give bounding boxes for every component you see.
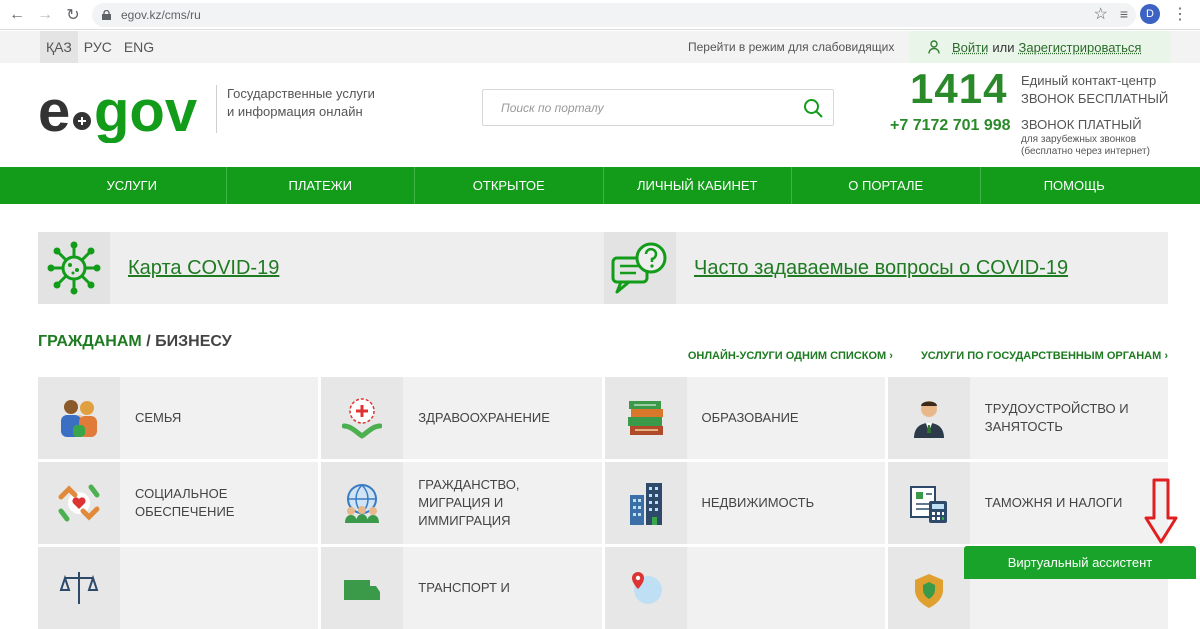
nav-about[interactable]: О портале bbox=[791, 167, 980, 204]
category-label-line: Социальное обеспечение bbox=[135, 486, 235, 519]
buildings-icon bbox=[604, 462, 687, 544]
register-link[interactable]: Зарегистрироваться bbox=[1019, 40, 1142, 55]
svg-text:gov: gov bbox=[94, 79, 197, 143]
category-citizenship-migration[interactable]: Гражданство, миграция и иммиграция bbox=[321, 462, 602, 544]
virus-icon bbox=[38, 232, 110, 304]
profile-avatar[interactable]: D bbox=[1140, 4, 1160, 24]
free-call-text: ЗВОНОК БЕСПЛАТНЫЙ bbox=[1021, 91, 1169, 106]
all-services-link[interactable]: ОНЛАЙН-УСЛУГИ ОДНИМ СПИСКОМ › bbox=[688, 350, 893, 362]
lang-eng[interactable]: ENG bbox=[118, 31, 160, 63]
category-label: Трудоустройство и занятость bbox=[984, 401, 1129, 434]
nav-help[interactable]: Помощь bbox=[979, 167, 1169, 204]
paid-phone-number[interactable]: +7 7172 701 998 bbox=[890, 117, 1011, 135]
login-or-text: или bbox=[992, 39, 1015, 55]
faq-chat-icon bbox=[604, 232, 676, 304]
tagline-line: Государственные услуги bbox=[227, 86, 375, 101]
category-label: Таможня и налоги bbox=[984, 495, 1123, 510]
contact-center-number[interactable]: 1414 bbox=[910, 65, 1007, 113]
category-label: Транспорт и bbox=[418, 580, 510, 595]
category-label: Гражданство, миграция и иммиграция bbox=[403, 476, 533, 530]
svg-text:e: e bbox=[38, 79, 70, 143]
foreign-call-note: для зарубежных звонков (бесплатно через … bbox=[1021, 134, 1150, 158]
category-label: Недвижимость bbox=[701, 495, 815, 510]
forward-icon[interactable]: → bbox=[34, 4, 56, 26]
category-land[interactable] bbox=[604, 547, 885, 629]
red-down-arrow-icon bbox=[1144, 478, 1178, 544]
site-tagline: Государственные услуги и информация онла… bbox=[227, 85, 375, 121]
family-icon bbox=[38, 377, 120, 459]
covid-faq-banner[interactable]: Часто задаваемые вопросы о COVID-19 bbox=[604, 232, 1168, 304]
nav-personal-account[interactable]: Личный кабинет bbox=[602, 167, 792, 204]
egov-logo[interactable]: e gov bbox=[38, 79, 213, 143]
category-label-line: Гражданство, миграция и иммиграция bbox=[418, 477, 520, 528]
tax-calculator-icon bbox=[887, 462, 970, 544]
category-transport[interactable]: Транспорт и bbox=[321, 547, 602, 629]
lang-kaz[interactable]: ҚАЗ bbox=[40, 31, 78, 63]
browser-menu-icon[interactable]: ⋮ bbox=[1172, 4, 1188, 24]
contact-center-title: Единый контакт-центр bbox=[1021, 73, 1157, 88]
covid-faq-link[interactable]: Часто задаваемые вопросы о COVID-19 bbox=[694, 257, 1068, 280]
social-heart-icon bbox=[38, 462, 120, 544]
paid-call-text: ЗВОНОК ПЛАТНЫЙ bbox=[1021, 117, 1142, 132]
shield-icon bbox=[887, 547, 970, 629]
nav-open-government[interactable]: Открытое правительство bbox=[414, 167, 603, 230]
logo-divider bbox=[216, 85, 217, 133]
category-employment[interactable]: Трудоустройство и занятость bbox=[887, 377, 1168, 459]
covid-map-banner[interactable]: Карта COVID-19 bbox=[38, 232, 604, 304]
browser-toolbar: ← → ↻ egov.kz/cms/ru ☆ ≡ D ⋮ bbox=[0, 0, 1200, 30]
tagline-line: и информация онлайн bbox=[227, 104, 363, 119]
globe-people-icon bbox=[321, 462, 404, 544]
nav-payments[interactable]: Платежи bbox=[225, 167, 415, 204]
login-link[interactable]: Войти bbox=[952, 40, 988, 55]
main-nav: Услуги Платежи Открытое правительство Ли… bbox=[0, 167, 1200, 230]
lock-icon bbox=[102, 10, 111, 20]
books-icon bbox=[604, 377, 687, 459]
map-pin-icon bbox=[604, 547, 687, 629]
category-label: Социальное обеспечение bbox=[120, 485, 245, 521]
lang-rus[interactable]: РУС bbox=[78, 31, 118, 63]
tab-business[interactable]: БИЗНЕСУ bbox=[155, 333, 232, 350]
nav-services[interactable]: Услуги bbox=[38, 167, 226, 204]
category-justice[interactable] bbox=[38, 547, 319, 629]
utility-bar: ҚАЗ РУС ENG Перейти в режим для слабовид… bbox=[0, 31, 1200, 63]
worker-icon bbox=[887, 377, 970, 459]
service-list-links: ОНЛАЙН-УСЛУГИ ОДНИМ СПИСКОМ › УСЛУГИ ПО … bbox=[688, 350, 1168, 362]
category-customs-taxes[interactable]: Таможня и налоги bbox=[887, 462, 1168, 544]
category-social-security[interactable]: Социальное обеспечение bbox=[38, 462, 319, 544]
foreign-call-note-line: (бесплатно через интернет) bbox=[1021, 146, 1150, 157]
contact-center-label: Единый контакт-центр ЗВОНОК БЕСПЛАТНЫЙ bbox=[1021, 72, 1168, 108]
covid-map-link[interactable]: Карта COVID-19 bbox=[128, 257, 279, 280]
category-label: Здравоохранение bbox=[418, 410, 550, 425]
audience-switcher: ГРАЖДАНАМ / БИЗНЕСУ bbox=[38, 333, 232, 351]
back-icon[interactable]: ← bbox=[6, 4, 28, 26]
tab-citizens[interactable]: ГРАЖДАНАМ bbox=[38, 333, 142, 350]
url-text: egov.kz/cms/ru bbox=[121, 8, 201, 22]
transport-icon bbox=[321, 547, 404, 629]
scales-icon bbox=[38, 547, 120, 629]
reading-list-icon[interactable]: ≡ bbox=[1120, 6, 1128, 22]
audience-separator: / bbox=[146, 333, 151, 350]
reload-icon[interactable]: ↻ bbox=[62, 4, 84, 26]
search-icon[interactable] bbox=[803, 98, 823, 118]
search-placeholder: Поиск по порталу bbox=[501, 100, 604, 115]
category-education[interactable]: Образование bbox=[604, 377, 885, 459]
foreign-call-note-line: для зарубежных звонков bbox=[1021, 134, 1137, 145]
category-label: Семья bbox=[135, 410, 182, 425]
search-input[interactable]: Поиск по порталу bbox=[482, 89, 834, 126]
user-icon bbox=[928, 40, 940, 54]
category-healthcare[interactable]: Здравоохранение bbox=[321, 377, 602, 459]
virtual-assistant-button[interactable]: Виртуальный ассистент bbox=[964, 546, 1196, 579]
login-box: Войти или Зарегистрироваться bbox=[910, 31, 1170, 63]
address-bar[interactable]: egov.kz/cms/ru bbox=[92, 3, 1136, 27]
language-switcher: ҚАЗ РУС ENG bbox=[40, 31, 160, 63]
category-family[interactable]: Семья bbox=[38, 377, 319, 459]
accessibility-mode-link[interactable]: Перейти в режим для слабовидящих bbox=[688, 40, 894, 54]
site-header: e gov Государственные услуги и информаци… bbox=[0, 63, 1200, 167]
services-by-agency-link[interactable]: УСЛУГИ ПО ГОСУДАРСТВЕННЫМ ОРГАНАМ › bbox=[921, 350, 1168, 362]
category-label: Образование bbox=[701, 410, 799, 425]
bookmark-star-icon[interactable]: ☆ bbox=[1093, 4, 1107, 24]
healthcare-icon bbox=[321, 377, 404, 459]
category-real-estate[interactable]: Недвижимость bbox=[604, 462, 885, 544]
